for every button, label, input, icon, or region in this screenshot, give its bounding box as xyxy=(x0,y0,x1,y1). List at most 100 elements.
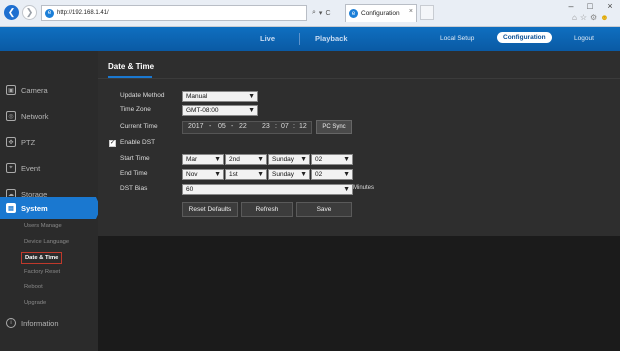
info-icon: i xyxy=(6,318,16,328)
year-field[interactable]: 2017 xyxy=(188,123,204,130)
end-hour-value: 02 xyxy=(315,171,323,178)
sidebar-item-label: Event xyxy=(21,163,41,173)
time-separator: : xyxy=(275,123,277,130)
minute-field[interactable]: 07 xyxy=(281,123,289,130)
forward-button[interactable]: ❯ xyxy=(22,5,37,20)
address-tools: ⌕ ▾ C xyxy=(312,6,342,20)
system-icon: ▤ xyxy=(6,203,16,213)
maximize-button[interactable]: □ xyxy=(581,0,599,13)
sidebar-subitem-upgrade[interactable]: Upgrade xyxy=(24,300,46,306)
event-icon: ⌖ xyxy=(6,163,16,173)
dst-bias-unit: Minutes xyxy=(353,185,375,191)
refresh-icon[interactable]: C xyxy=(325,10,330,17)
search-icon[interactable]: ⌕ xyxy=(312,9,316,17)
window-close-button[interactable]: × xyxy=(601,0,619,13)
nav-configuration[interactable]: Configuration xyxy=(497,32,552,43)
month-field[interactable]: 05 xyxy=(218,123,226,130)
browser-icons: ⌂ ☆ ⚙ ☻ xyxy=(572,13,609,22)
sidebar-subitem-device-language[interactable]: Device Language xyxy=(24,239,69,245)
end-day-select[interactable]: Sunday ▼ xyxy=(268,169,310,180)
end-month-value: Nov xyxy=(186,171,198,178)
chevron-down-icon: ▼ xyxy=(248,107,255,114)
chevron-down-icon: ▼ xyxy=(300,156,307,163)
sidebar-item-camera[interactable]: ▣ Camera xyxy=(0,80,98,100)
ptz-icon: ✥ xyxy=(6,137,16,147)
start-week-select[interactable]: 2nd ▼ xyxy=(225,154,267,165)
sidebar-subitem-users-manage[interactable]: Users Manage xyxy=(24,223,62,229)
nav-live[interactable]: Live xyxy=(260,34,275,43)
refresh-button[interactable]: Refresh xyxy=(241,202,293,217)
nav-playback[interactable]: Playback xyxy=(315,34,348,43)
update-method-value: Manual xyxy=(186,93,208,100)
home-icon[interactable]: ⌂ xyxy=(572,13,577,22)
address-bar[interactable]: e http://192.168.1.41/ xyxy=(41,5,307,21)
chevron-down-icon: ▼ xyxy=(343,156,350,163)
update-method-select[interactable]: Manual ▼ xyxy=(182,91,258,102)
chevron-down-icon: ▼ xyxy=(300,171,307,178)
tab-title: Configuration xyxy=(361,10,400,17)
settings-panel: Date & Time Update Method Manual ▼ Time … xyxy=(98,51,620,236)
pc-sync-button[interactable]: PC Sync xyxy=(316,120,352,134)
current-time-field[interactable]: 2017 - 05 - 22 23 : 07 : 12 xyxy=(182,121,312,134)
sidebar-subitem-reboot[interactable]: Reboot xyxy=(24,284,43,290)
start-hour-select[interactable]: 02 ▼ xyxy=(311,154,353,165)
nav-local-setup[interactable]: Local Setup xyxy=(440,35,474,42)
start-day-select[interactable]: Sunday ▼ xyxy=(268,154,310,165)
time-separator: : xyxy=(293,123,295,130)
end-time-label: End Time xyxy=(120,170,148,177)
sidebar-item-ptz[interactable]: ✥ PTZ xyxy=(0,132,98,152)
time-zone-select[interactable]: GMT-08:00 ▼ xyxy=(182,105,258,116)
end-hour-select[interactable]: 02 ▼ xyxy=(311,169,353,180)
day-field[interactable]: 22 xyxy=(239,123,247,130)
gear-icon[interactable]: ⚙ xyxy=(590,13,597,22)
chevron-down-icon: ▼ xyxy=(257,156,264,163)
browser-tab[interactable]: e Configuration × xyxy=(345,4,417,22)
dropdown-icon[interactable]: ▾ xyxy=(319,9,323,17)
end-month-select[interactable]: Nov ▼ xyxy=(182,169,224,180)
start-month-select[interactable]: Mar ▼ xyxy=(182,154,224,165)
sidebar-subitem-factory-reset[interactable]: Factory Reset xyxy=(24,269,60,275)
browser-toolbar: ❮ ❯ e http://192.168.1.41/ ⌕ ▾ C e Confi… xyxy=(0,0,620,27)
start-day-value: Sunday xyxy=(272,156,295,163)
reset-defaults-button[interactable]: Reset Defaults xyxy=(182,202,238,217)
enable-dst-checkbox[interactable]: ✓ xyxy=(109,140,116,147)
start-week-value: 2nd xyxy=(229,156,240,163)
chevron-down-icon: ▼ xyxy=(248,93,255,100)
time-zone-value: GMT-08:00 xyxy=(186,107,219,114)
back-button[interactable]: ❮ xyxy=(4,5,19,20)
sidebar-subitem-date-time[interactable]: Date & Time xyxy=(21,252,63,264)
chevron-down-icon: ▼ xyxy=(214,171,221,178)
start-time-label: Start Time xyxy=(120,155,150,162)
nav-logout[interactable]: Logout xyxy=(574,35,594,42)
hour-field[interactable]: 23 xyxy=(262,123,270,130)
sidebar-item-label: Network xyxy=(21,111,49,121)
sidebar-item-network[interactable]: ◎ Network xyxy=(0,106,98,126)
sidebar-item-label: System xyxy=(21,203,48,213)
arrow-right-icon: ❯ xyxy=(25,7,34,17)
date-separator: - xyxy=(209,123,212,130)
dst-bias-select[interactable]: 60 ▼ xyxy=(182,184,353,195)
new-tab-button[interactable] xyxy=(420,5,434,20)
second-field[interactable]: 12 xyxy=(299,123,307,130)
chevron-down-icon: ▼ xyxy=(343,186,350,193)
title-divider xyxy=(98,78,620,79)
sidebar-item-event[interactable]: ⌖ Event xyxy=(0,158,98,178)
close-icon[interactable]: × xyxy=(409,8,413,15)
save-button[interactable]: Save xyxy=(296,202,352,217)
arrow-left-icon: ❮ xyxy=(7,7,16,17)
dst-bias-value: 60 xyxy=(186,186,194,193)
sidebar-item-system[interactable]: ▤ System xyxy=(0,197,101,219)
minimize-button[interactable]: – xyxy=(562,0,580,13)
current-time-label: Current Time xyxy=(120,123,158,130)
end-week-select[interactable]: 1st ▼ xyxy=(225,169,267,180)
smiley-icon[interactable]: ☻ xyxy=(600,13,608,22)
ie-icon: e xyxy=(45,8,54,18)
star-icon[interactable]: ☆ xyxy=(580,13,587,22)
dst-bias-label: DST Bias xyxy=(120,185,148,192)
sidebar-item-information[interactable]: i Information xyxy=(0,313,98,333)
update-method-label: Update Method xyxy=(120,92,165,99)
sidebar-item-label: PTZ xyxy=(21,137,36,147)
start-month-value: Mar xyxy=(186,156,198,163)
ie-icon: e xyxy=(349,9,358,18)
chevron-down-icon: ▼ xyxy=(343,171,350,178)
